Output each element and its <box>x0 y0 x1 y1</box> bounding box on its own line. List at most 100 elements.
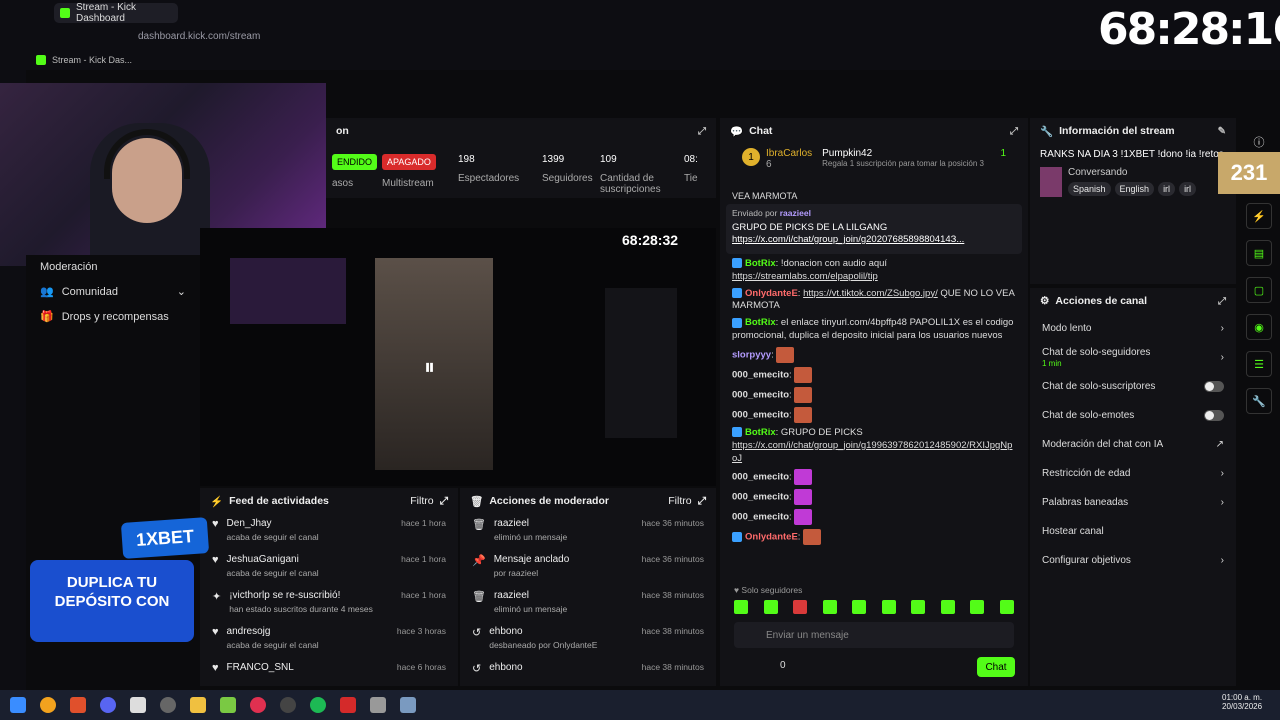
chat-user[interactable]: 000_emecito <box>732 409 789 420</box>
chat-user[interactable]: BotRix <box>745 258 776 269</box>
chat-user[interactable]: OnlydanteE <box>745 288 798 299</box>
url-field[interactable]: dashboard.kick.com/stream <box>138 31 260 42</box>
action-age-restriction[interactable]: Restricción de edad › <box>1030 459 1236 488</box>
settings-icon[interactable] <box>400 697 416 713</box>
emote-button[interactable] <box>822 600 837 614</box>
expand-icon[interactable]: ⤢ <box>1010 126 1018 137</box>
bolt-icon[interactable]: ⚡ <box>1246 203 1272 229</box>
nav-moderation[interactable]: Moderación <box>26 255 200 279</box>
chat-link[interactable]: https://streamlabs.com/elpapolil/tip <box>732 271 878 282</box>
multistream-badge[interactable]: APAGADO <box>382 154 436 170</box>
chat-user[interactable]: 000_emecito <box>732 492 789 503</box>
app-icon[interactable] <box>340 697 356 713</box>
emote-button[interactable] <box>911 600 926 614</box>
discord-icon[interactable] <box>100 697 116 713</box>
chat-message: BotRix: el enlace tinyurl.com/4bpffp48 P… <box>732 317 1014 342</box>
pause-icon[interactable]: ⏸ <box>424 354 435 380</box>
broadcast-icon[interactable]: ◉ <box>1246 314 1272 340</box>
category-name[interactable]: Conversando <box>1068 167 1196 178</box>
chat-user[interactable]: 000_emecito <box>732 389 789 400</box>
doc-icon[interactable]: ▤ <box>1246 240 1272 266</box>
app-icon[interactable] <box>40 697 56 713</box>
time-value: 08: <box>684 154 698 165</box>
emote-button[interactable] <box>852 600 867 614</box>
item-name: Mensaje anclado <box>493 554 570 565</box>
item-sub: acaba de seguir el canal <box>226 532 319 542</box>
pinned-message[interactable]: Enviado por raazieel GRUPO DE PICKS DE L… <box>726 204 1022 254</box>
expand-icon[interactable]: ⤢ <box>440 495 448 508</box>
action-ai-moderation[interactable]: Moderación del chat con IA ↗ <box>1030 430 1236 459</box>
chat-message: slorpyyy: <box>720 345 1028 365</box>
brave-icon[interactable] <box>70 697 86 713</box>
windows-start-icon[interactable] <box>10 697 26 713</box>
emote-button[interactable] <box>970 600 985 614</box>
expand-icon[interactable]: ⤢ <box>698 495 706 508</box>
filter-button[interactable]: Filtro <box>668 495 691 507</box>
list-item: ♥ FRANCO_SNL hace 6 horas <box>200 658 458 694</box>
emote-button[interactable] <box>734 600 748 614</box>
tag: irl <box>1179 182 1197 196</box>
chat-user[interactable]: slorpyyy <box>732 349 771 360</box>
chat-link[interactable]: https://x.com/i/chat/group_join/g1996397… <box>732 440 1012 464</box>
category-thumb <box>1040 167 1062 197</box>
item-time: hace 6 horas <box>396 662 446 672</box>
expand-icon[interactable]: ⤢ <box>698 126 706 137</box>
spotify-icon[interactable] <box>310 697 326 713</box>
subs-only-toggle[interactable] <box>1204 381 1224 392</box>
list-item: ↺ ehbono hace 38 minutos <box>460 658 716 694</box>
send-chat-button[interactable]: Chat <box>977 657 1015 677</box>
app-icon[interactable] <box>280 697 296 713</box>
followers-only-notice: ♥ Solo seguidores <box>734 585 803 595</box>
chat-user[interactable]: 000_emecito <box>732 472 789 483</box>
action-banned-words[interactable]: Palabras baneadas › <box>1030 488 1236 517</box>
edit-icon[interactable]: ✎ <box>1218 126 1226 137</box>
chat-message: OnlydanteE: <box>720 527 1028 547</box>
tag: English <box>1114 182 1155 196</box>
action-subs-only[interactable]: Chat de solo-suscriptores <box>1030 372 1236 401</box>
chat-user[interactable]: 000_emecito <box>732 512 789 523</box>
chat-user[interactable]: BotRix <box>745 427 776 438</box>
expand-icon[interactable]: ⤢ <box>1218 296 1226 307</box>
sub-tab-label[interactable]: Stream - Kick Das... <box>52 55 132 65</box>
app-icon[interactable] <box>220 697 236 713</box>
action-slow-mode[interactable]: Modo lento › <box>1030 314 1236 343</box>
emote-button[interactable] <box>763 600 778 614</box>
chat-icon[interactable]: ▢ <box>1246 277 1272 303</box>
opera-icon[interactable] <box>250 697 266 713</box>
pinned-link[interactable]: https://x.com/i/chat/group_join/g2020768… <box>726 233 996 246</box>
action-followers-only[interactable]: Chat de solo-seguidores 1 min › <box>1030 343 1236 372</box>
filter-button[interactable]: Filtro <box>410 495 433 507</box>
folder-icon[interactable] <box>190 697 206 713</box>
emote-button[interactable] <box>793 600 808 614</box>
gifter-name[interactable]: IbraCarlos <box>766 148 812 159</box>
chat-user[interactable]: OnlydanteE <box>745 532 798 543</box>
chat-message: OnlydanteE: https://vt.tiktok.com/ZSubgo… <box>732 287 1015 312</box>
action-host-channel[interactable]: Hostear canal <box>1030 517 1236 546</box>
action-goals[interactable]: Configurar objetivos › <box>1030 546 1236 575</box>
emote-button[interactable] <box>881 600 896 614</box>
nav-community[interactable]: 👥 Comunidad ⌄ <box>26 279 200 304</box>
app-icon[interactable] <box>130 697 146 713</box>
chat-link[interactable]: https://vt.tiktok.com/ZSubgo.jpy/ <box>803 288 938 299</box>
chat-input[interactable]: Enviar un mensaje <box>734 622 1014 648</box>
stat-label: Tie <box>684 173 698 184</box>
chat-user[interactable]: BotRix <box>745 317 776 328</box>
stream-preview[interactable]: ⏸ <box>200 228 716 486</box>
wrench-icon[interactable]: 🔧 <box>1246 388 1272 414</box>
clock-date: 20/03/2026 <box>1222 702 1263 711</box>
chat-user[interactable]: 000_emecito <box>732 369 789 380</box>
preview-cam <box>230 258 346 324</box>
emotes-only-toggle[interactable] <box>1204 410 1224 421</box>
browser-tab[interactable]: Stream - Kick Dashboard <box>54 2 178 24</box>
nav-label: Moderación <box>40 261 98 273</box>
system-clock[interactable]: 01:00 a. m. 20/03/2026 <box>1222 693 1262 711</box>
emote-button[interactable] <box>940 600 955 614</box>
modact-title: Acciones de moderador <box>489 495 609 507</box>
emote-button[interactable] <box>999 600 1014 614</box>
app-icon[interactable] <box>370 697 386 713</box>
gifter-name[interactable]: Pumpkin42 <box>822 148 990 159</box>
nav-drops[interactable]: 🎁 Drops y recompensas <box>26 304 200 329</box>
obs-icon[interactable] <box>160 697 176 713</box>
mod-icon[interactable]: ☰ <box>1246 351 1272 377</box>
action-emotes-only[interactable]: Chat de solo-emotes <box>1030 401 1236 430</box>
